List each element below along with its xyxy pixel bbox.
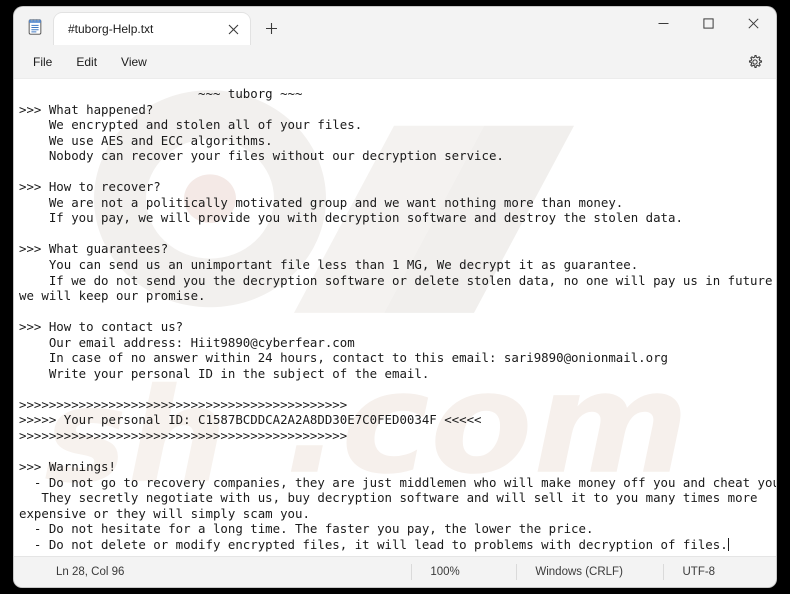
title-bar: #tuborg-Help.txt xyxy=(14,7,776,45)
menu-bar: File Edit View xyxy=(14,45,776,78)
gear-icon xyxy=(748,54,763,69)
maximize-button[interactable] xyxy=(686,7,731,39)
tab-tuborg-help[interactable]: #tuborg-Help.txt xyxy=(54,13,250,45)
plus-icon xyxy=(265,22,277,34)
new-tab-button[interactable] xyxy=(256,13,286,43)
minimize-button[interactable] xyxy=(641,7,686,39)
menu-item-view[interactable]: View xyxy=(110,50,158,74)
notepad-window: #tuborg-Help.txt File Edit View .com sh … xyxy=(14,7,776,587)
status-bar: Ln 28, Col 96 100% Windows (CRLF) UTF-8 xyxy=(14,556,776,587)
minimize-icon xyxy=(658,22,669,24)
text-editor-area[interactable]: .com sh ~~~ tuborg ~~~ >>> What happened… xyxy=(14,78,776,556)
settings-button[interactable] xyxy=(742,49,768,75)
ransom-note-text[interactable]: ~~~ tuborg ~~~ >>> What happened? We enc… xyxy=(14,79,776,552)
status-zoom-level[interactable]: 100% xyxy=(411,564,516,580)
tab-title: #tuborg-Help.txt xyxy=(68,22,154,36)
maximize-icon xyxy=(703,17,714,29)
status-encoding[interactable]: UTF-8 xyxy=(663,564,776,580)
menu-item-edit[interactable]: Edit xyxy=(65,50,108,74)
close-button[interactable] xyxy=(731,7,776,39)
tab-close-icon[interactable] xyxy=(222,18,244,40)
screen: #tuborg-Help.txt File Edit View .com sh … xyxy=(0,0,790,594)
status-line-ending[interactable]: Windows (CRLF) xyxy=(516,564,663,580)
menu-item-file[interactable]: File xyxy=(22,50,63,74)
text-caret xyxy=(727,537,729,551)
close-icon xyxy=(748,17,759,29)
status-cursor-position: Ln 28, Col 96 xyxy=(56,566,125,578)
window-controls xyxy=(641,7,776,39)
notepad-icon xyxy=(28,19,42,35)
